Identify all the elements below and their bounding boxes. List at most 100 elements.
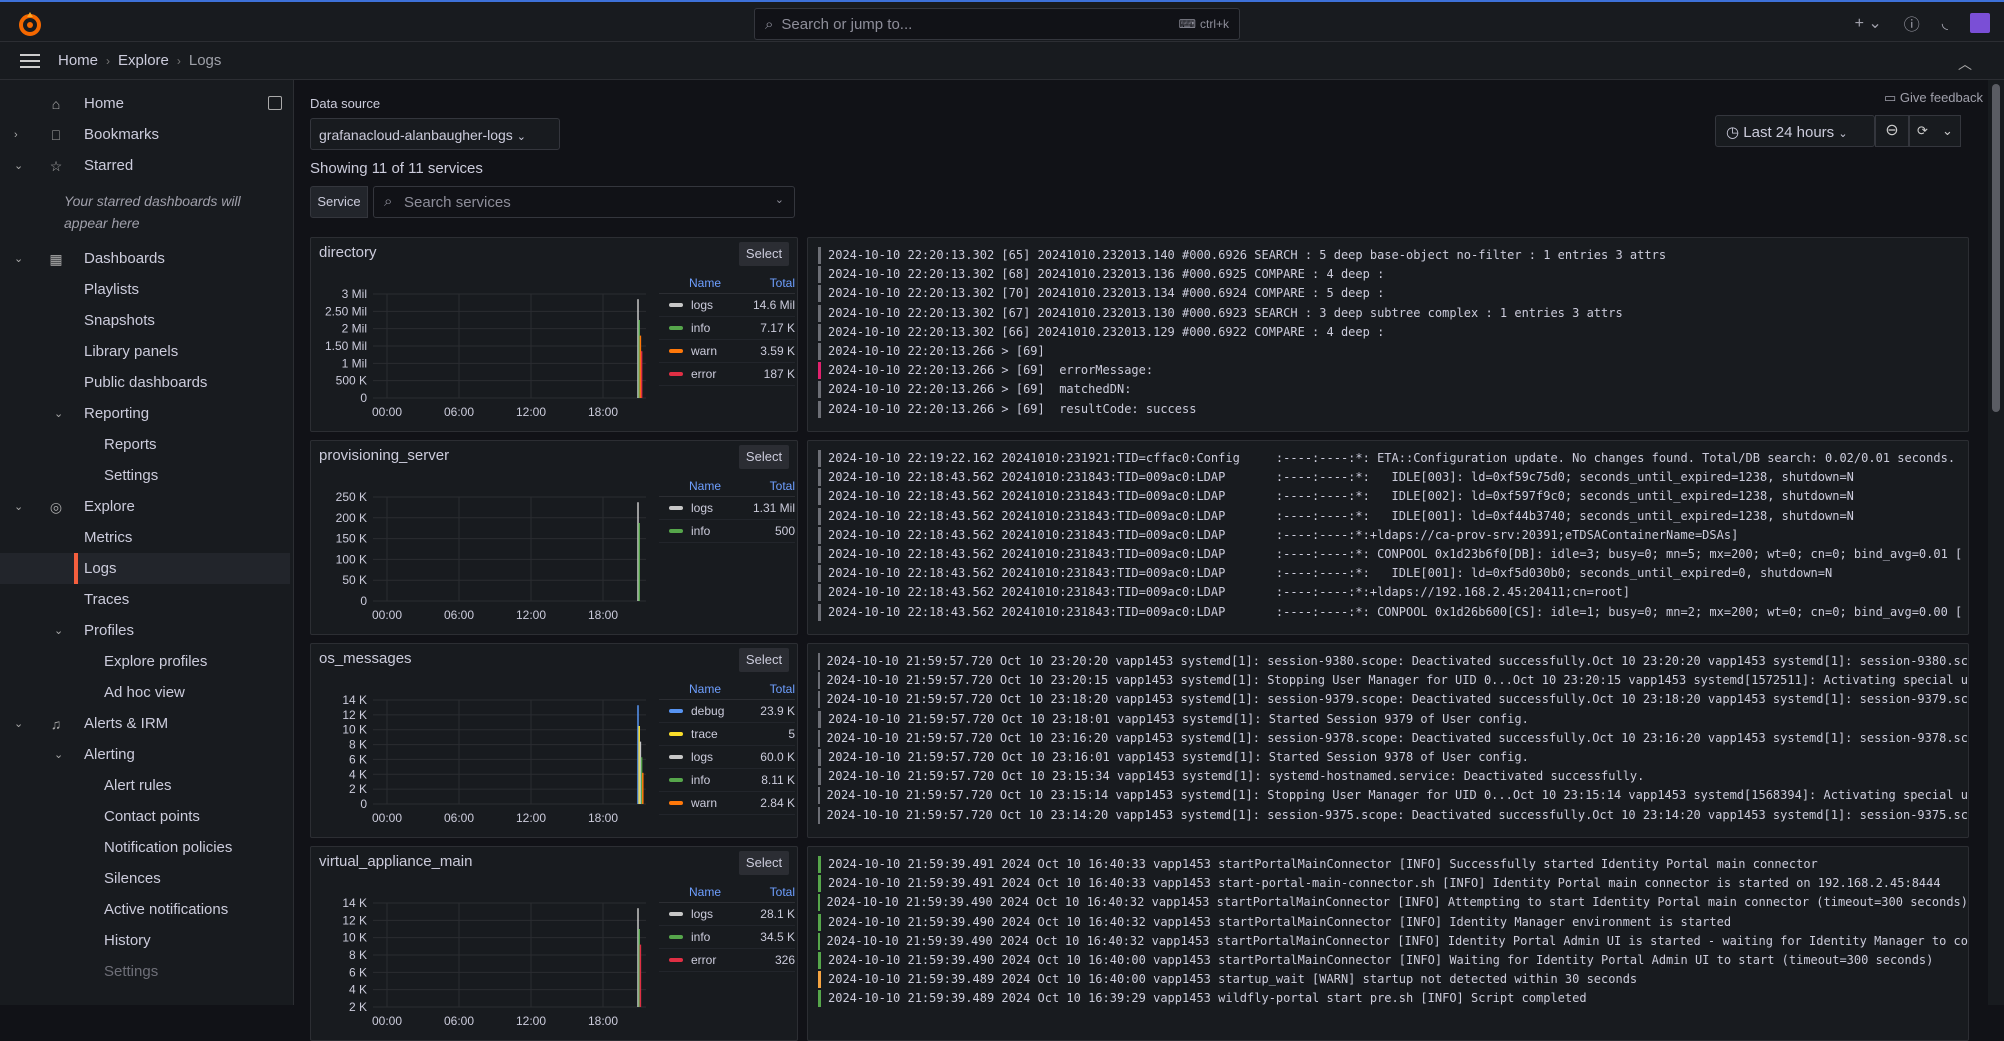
log-line[interactable]: 2024-10-10 21:59:39.489 2024 Oct 10 16:4… (818, 970, 1968, 989)
sidebar-item-dashboards[interactable]: ⌄ ▦ Dashboards (0, 243, 290, 274)
log-panel[interactable]: 2024-10-10 22:19:22.162 20241010:231921:… (807, 440, 1969, 635)
sidebar-item-notification-policies[interactable]: Notification policies (0, 832, 290, 863)
log-line[interactable]: 2024-10-10 22:20:13.266 > [69] resultCod… (818, 400, 1968, 419)
log-line[interactable]: 2024-10-10 22:18:43.562 20241010:231843:… (818, 526, 1968, 545)
time-range-picker[interactable]: ◷ Last 24 hours ⌄ (1715, 115, 1875, 147)
chevron-down-icon[interactable]: ⌄ (14, 252, 23, 265)
legend-row[interactable]: logs 28.1 K (659, 903, 795, 926)
sidebar-item-alerting[interactable]: ⌄ Alerting (0, 739, 290, 770)
log-line[interactable]: 2024-10-10 21:59:39.490 2024 Oct 10 16:4… (818, 893, 1968, 912)
chevron-down-icon[interactable]: ⌄ (54, 407, 63, 420)
sidebar-item-logs[interactable]: Logs (0, 553, 290, 584)
chevron-down-icon[interactable]: ⌄ (14, 500, 23, 513)
sidebar-item-traces[interactable]: Traces (0, 584, 290, 615)
legend-row[interactable]: error 326 (659, 949, 795, 972)
legend-row[interactable]: info 34.5 K (659, 926, 795, 949)
sidebar-item-playlists[interactable]: Playlists (0, 274, 290, 305)
new-button[interactable]: + ⌄ (1855, 13, 1882, 33)
sidebar-item-snapshots[interactable]: Snapshots (0, 305, 290, 336)
refresh-button[interactable]: ⟳ ⌄ (1909, 115, 1961, 147)
chevron-down-icon[interactable]: ⌄ (14, 717, 23, 730)
select-button[interactable]: Select (739, 648, 789, 672)
menu-icon[interactable] (20, 53, 40, 68)
sidebar-item-reports[interactable]: Reports (0, 429, 290, 460)
log-line[interactable]: 2024-10-10 21:59:57.720 Oct 10 23:20:20 … (818, 652, 1968, 671)
sidebar-item-library-panels[interactable]: Library panels (0, 336, 290, 367)
log-line[interactable]: 2024-10-10 22:18:43.562 20241010:231843:… (818, 603, 1968, 622)
sidebar-item-ad-hoc-view[interactable]: Ad hoc view (0, 677, 290, 708)
legend-row[interactable]: warn 3.59 K (659, 340, 795, 363)
log-line[interactable]: 2024-10-10 22:20:13.266 > [69] errorMess… (818, 361, 1968, 380)
sidebar-item-reporting[interactable]: ⌄ Reporting (0, 398, 290, 429)
log-line[interactable]: 2024-10-10 22:18:43.562 20241010:231843:… (818, 507, 1968, 526)
chevron-down-icon[interactable]: ⌄ (14, 159, 23, 172)
log-line[interactable]: 2024-10-10 22:18:43.562 20241010:231843:… (818, 545, 1968, 564)
legend-row[interactable]: info 500 (659, 520, 795, 543)
log-line[interactable]: 2024-10-10 22:20:13.266 > [69] (818, 342, 1968, 361)
log-line[interactable]: 2024-10-10 21:59:57.720 Oct 10 23:20:15 … (818, 671, 1968, 690)
log-line[interactable]: 2024-10-10 22:20:13.302 [66] 20241010.23… (818, 323, 1968, 342)
grafana-logo-icon[interactable] (16, 10, 44, 38)
sidebar-item-public-dashboards[interactable]: Public dashboards (0, 367, 290, 398)
log-line[interactable]: 2024-10-10 22:20:13.266 > [69] matchedDN… (818, 380, 1968, 399)
sidebar-item-active-notifications[interactable]: Active notifications (0, 894, 290, 925)
legend-row[interactable]: logs 1.31 Mil (659, 497, 795, 520)
log-line[interactable]: 2024-10-10 21:59:39.490 2024 Oct 10 16:4… (818, 913, 1968, 932)
scrollbar-thumb[interactable] (1992, 84, 2000, 412)
data-source-select[interactable]: grafanacloud-alanbaugher-logs ⌄ (310, 118, 560, 150)
select-button[interactable]: Select (739, 851, 789, 875)
sidebar-item-history[interactable]: History (0, 925, 290, 956)
sidebar-item-explore-profiles[interactable]: Explore profiles (0, 646, 290, 677)
log-line[interactable]: 2024-10-10 22:20:13.302 [67] 20241010.23… (818, 304, 1968, 323)
log-line[interactable]: 2024-10-10 22:19:22.162 20241010:231921:… (818, 449, 1968, 468)
log-line[interactable]: 2024-10-10 21:59:39.490 2024 Oct 10 16:4… (818, 951, 1968, 970)
log-line[interactable]: 2024-10-10 21:59:57.720 Oct 10 23:15:34 … (818, 767, 1968, 786)
chevron-down-icon[interactable]: ⌄ (54, 624, 63, 637)
sidebar-item-bookmarks[interactable]: › ⎕ Bookmarks (0, 119, 290, 150)
log-line[interactable]: 2024-10-10 22:18:43.562 20241010:231843:… (818, 468, 1968, 487)
log-line[interactable]: 2024-10-10 21:59:57.720 Oct 10 23:16:20 … (818, 729, 1968, 748)
log-line[interactable]: 2024-10-10 22:20:13.302 [70] 20241010.23… (818, 284, 1968, 303)
log-panel[interactable]: 2024-10-10 21:59:57.720 Oct 10 23:20:20 … (807, 643, 1969, 838)
sidebar-item-metrics[interactable]: Metrics (0, 522, 290, 553)
log-panel[interactable]: 2024-10-10 22:20:13.302 [65] 20241010.23… (807, 237, 1969, 432)
legend-row[interactable]: logs 14.6 Mil (659, 294, 795, 317)
sidebar-item-alert-rules[interactable]: Alert rules (0, 770, 290, 801)
zoom-out-button[interactable]: ⊖ (1875, 115, 1909, 147)
sidebar-item-contact-points[interactable]: Contact points (0, 801, 290, 832)
log-line[interactable]: 2024-10-10 22:18:43.562 20241010:231843:… (818, 564, 1968, 583)
breadcrumb-explore[interactable]: Explore (118, 52, 169, 69)
log-line[interactable]: 2024-10-10 22:18:43.562 20241010:231843:… (818, 583, 1968, 602)
log-line[interactable]: 2024-10-10 22:20:13.302 [68] 20241010.23… (818, 265, 1968, 284)
search-services-input[interactable]: ⌕ Search services ⌄ (373, 186, 795, 218)
chevron-up-icon[interactable]: ︿ (1958, 54, 1972, 74)
avatar[interactable] (1970, 13, 1990, 33)
give-feedback-link[interactable]: ▭ Give feedback (1884, 90, 1983, 106)
sidebar-item-settings[interactable]: Settings (0, 460, 290, 491)
sidebar-item-explore[interactable]: ⌄ ◎ Explore (0, 491, 290, 522)
select-button[interactable]: Select (739, 445, 789, 469)
legend-row[interactable]: info 7.17 K (659, 317, 795, 340)
log-line[interactable]: 2024-10-10 21:59:57.720 Oct 10 23:16:01 … (818, 748, 1968, 767)
log-line[interactable]: 2024-10-10 22:20:13.302 [65] 20241010.23… (818, 246, 1968, 265)
legend-row[interactable]: error 187 K (659, 363, 795, 386)
log-panel[interactable]: 2024-10-10 21:59:39.491 2024 Oct 10 16:4… (807, 846, 1969, 1041)
sidebar-item-silences[interactable]: Silences (0, 863, 290, 894)
log-line[interactable]: 2024-10-10 21:59:39.491 2024 Oct 10 16:4… (818, 855, 1968, 874)
sidebar-item-settings[interactable]: Settings (0, 956, 290, 987)
search-bar[interactable]: ⌕ Search or jump to... ⌨ ctrl+k (754, 8, 1240, 40)
legend-row[interactable]: logs 60.0 K (659, 746, 795, 769)
log-line[interactable]: 2024-10-10 21:59:57.720 Oct 10 23:18:20 … (818, 690, 1968, 709)
legend-row[interactable]: trace 5 (659, 723, 795, 746)
legend-row[interactable]: warn 2.84 K (659, 792, 795, 815)
help-icon[interactable]: ⓘ (1904, 11, 1920, 35)
chevron-down-icon[interactable]: ⌄ (54, 748, 63, 761)
log-line[interactable]: 2024-10-10 21:59:39.489 2024 Oct 10 16:3… (818, 989, 1968, 1008)
log-line[interactable]: 2024-10-10 21:59:39.491 2024 Oct 10 16:4… (818, 874, 1968, 893)
sidebar-item-starred[interactable]: ⌄ ☆ Starred (0, 150, 290, 181)
page-scrollbar[interactable] (1988, 80, 2004, 1005)
sidebar-item-home[interactable]: ⌂ Home (0, 88, 290, 119)
log-line[interactable]: 2024-10-10 21:59:57.720 Oct 10 23:18:01 … (818, 710, 1968, 729)
select-button[interactable]: Select (739, 242, 789, 266)
log-line[interactable]: 2024-10-10 21:59:57.720 Oct 10 23:15:14 … (818, 786, 1968, 805)
